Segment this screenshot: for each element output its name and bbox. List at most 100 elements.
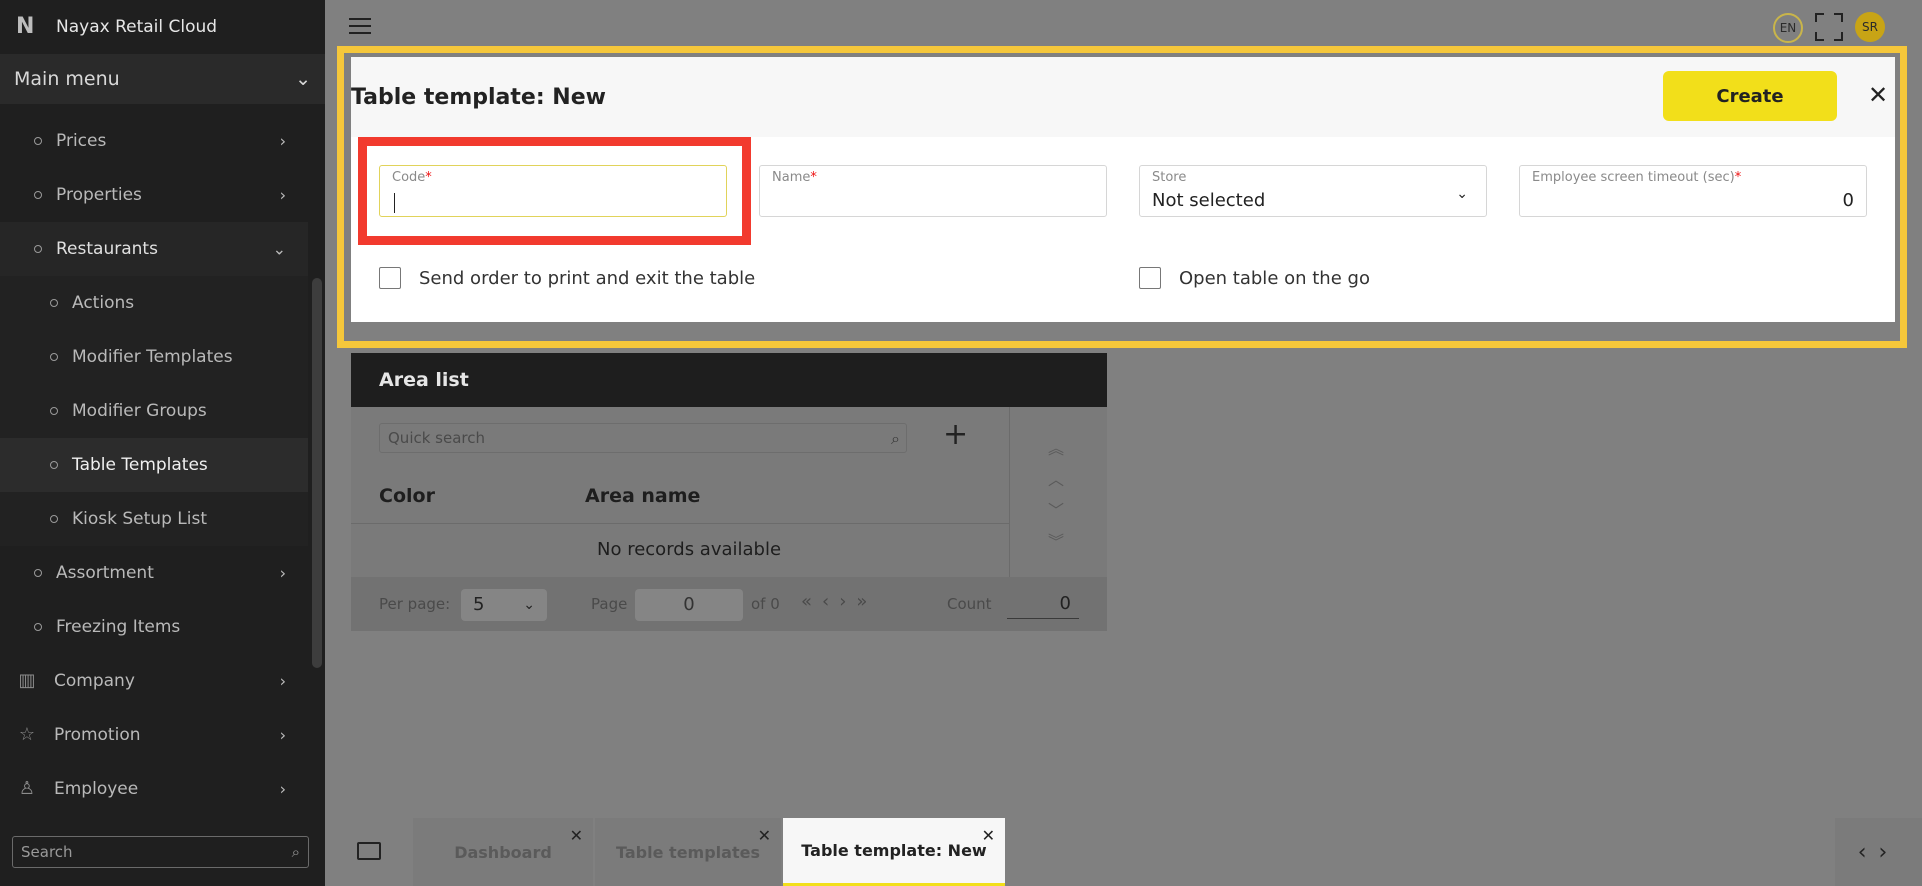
bullet-icon (50, 407, 58, 415)
name-field[interactable]: Name* (759, 165, 1107, 217)
chevron-right-icon: › (279, 725, 286, 745)
send-order-checkbox[interactable] (379, 267, 401, 289)
column-header-color[interactable]: Color (379, 485, 435, 507)
person-icon: ♙ (18, 778, 36, 799)
column-header-area-name[interactable]: Area name (585, 485, 700, 507)
create-button[interactable]: Create (1663, 71, 1837, 121)
hamburger-menu-icon[interactable] (349, 18, 371, 34)
sidebar-item-modifier-templates[interactable]: Modifier Templates (0, 330, 308, 384)
search-icon[interactable]: ⌕ (891, 429, 900, 449)
send-order-checkbox-row[interactable]: Send order to print and exit the table (379, 267, 755, 289)
bullet-icon (50, 299, 58, 307)
open-on-go-label: Open table on the go (1179, 267, 1370, 289)
chevron-right-icon[interactable]: › (1879, 840, 1900, 865)
double-chevron-up-icon[interactable]: ︽ (1041, 433, 1071, 464)
chevron-right-icon: › (279, 131, 286, 151)
quick-search-placeholder: Quick search (388, 429, 486, 447)
tab-table-templates[interactable]: Table templates ✕ (595, 818, 781, 886)
main-menu-label: Main menu (14, 68, 120, 90)
store-select[interactable]: Store Not selected ⌄ (1139, 165, 1487, 217)
sidebar-item-label: Freezing Items (56, 617, 181, 637)
sidebar-item-freezing-items[interactable]: Freezing Items (0, 600, 308, 654)
sidebar-item-label: Modifier Groups (72, 401, 207, 421)
sidebar-item-label: Restaurants (56, 239, 158, 259)
sidebar-item-label: Employee (54, 779, 139, 799)
tab-scroll-arrows: ‹ › (1835, 818, 1922, 886)
sidebar-item-label: Actions (72, 293, 135, 313)
sidebar-scrollbar[interactable] (312, 278, 322, 668)
close-icon[interactable]: ✕ (758, 826, 771, 845)
divider (351, 523, 1009, 524)
required-mark: * (1734, 170, 1742, 185)
sidebar-item-label: Properties (56, 185, 142, 205)
search-icon[interactable]: ⌕ (292, 843, 300, 861)
main-menu-toggle[interactable]: Main menu ⌄ (0, 54, 325, 104)
chevron-down-icon: ⌄ (295, 68, 311, 90)
chevron-right-icon: › (279, 563, 286, 583)
sidebar-item-table-templates[interactable]: Table Templates (0, 438, 308, 492)
page-total: of 0 (751, 595, 780, 613)
chevron-right-icon: › (279, 185, 286, 205)
prev-page-icon[interactable]: ‹ (822, 591, 839, 612)
bullet-icon (34, 569, 42, 577)
sidebar-item-properties[interactable]: Properties › (0, 168, 308, 222)
sidebar: N Nayax Retail Cloud Main menu ⌄ Prices … (0, 0, 325, 886)
required-mark: * (810, 170, 817, 185)
brand: N Nayax Retail Cloud (0, 0, 325, 54)
sidebar-item-restaurants[interactable]: Restaurants ⌄ (0, 222, 308, 276)
close-icon[interactable]: ✕ (1867, 83, 1889, 107)
per-page-value: 5 (473, 594, 485, 615)
sidebar-item-company[interactable]: ▥ Company › (0, 654, 308, 708)
tab-label: Table templates (616, 842, 760, 862)
sidebar-item-assortment[interactable]: Assortment › (0, 546, 308, 600)
bullet-icon (50, 461, 58, 469)
sidebar-search-input[interactable]: Search ⌕ (12, 836, 309, 868)
chevron-down-icon[interactable]: ﹀ (1041, 495, 1071, 526)
open-on-go-checkbox[interactable] (1139, 267, 1161, 289)
page-input[interactable]: 0 (635, 589, 743, 621)
chevron-left-icon[interactable]: ‹ (1858, 840, 1879, 865)
language-selector[interactable]: EN (1773, 13, 1803, 43)
chevron-up-icon[interactable]: ︿ (1041, 464, 1071, 495)
user-avatar[interactable]: SR (1855, 12, 1885, 42)
tab-label: Dashboard (454, 842, 552, 862)
sidebar-item-kiosk-setup-list[interactable]: Kiosk Setup List (0, 492, 308, 546)
quick-search-input[interactable]: Quick search ⌕ (379, 423, 907, 453)
bullet-icon (50, 515, 58, 523)
top-bar: EN SR (325, 0, 1922, 52)
store-select-value: Not selected (1152, 190, 1266, 211)
bullet-icon (34, 245, 42, 253)
sidebar-item-actions[interactable]: Actions (0, 276, 308, 330)
bullet-icon (34, 191, 42, 199)
sidebar-item-modifier-groups[interactable]: Modifier Groups (0, 384, 308, 438)
timeout-field[interactable]: Employee screen timeout (sec)* 0 (1519, 165, 1867, 217)
per-page-select[interactable]: 5 ⌄ (461, 589, 547, 621)
add-area-button[interactable]: + (943, 417, 968, 452)
open-on-go-checkbox-row[interactable]: Open table on the go (1139, 267, 1370, 289)
close-icon[interactable]: ✕ (982, 826, 995, 845)
sidebar-item-employee[interactable]: ♙ Employee › (0, 762, 308, 816)
bullet-icon (34, 623, 42, 631)
sidebar-item-label: Prices (56, 131, 107, 151)
code-field-focus-outline (358, 137, 751, 245)
windows-icon[interactable] (357, 842, 381, 860)
count-value: 0 (1007, 589, 1079, 619)
nayax-logo-icon: N (16, 14, 35, 39)
fullscreen-icon[interactable] (1815, 13, 1843, 41)
page-title: Table template: New (351, 84, 606, 110)
store-select-label: Store (1152, 170, 1187, 185)
double-chevron-down-icon[interactable]: ︾ (1041, 526, 1071, 557)
bullet-icon (50, 353, 58, 361)
sidebar-item-promotion[interactable]: ☆ Promotion › (0, 708, 308, 762)
tab-table-template-new[interactable]: Table template: New ✕ (783, 818, 1005, 886)
chevron-right-icon: › (279, 779, 286, 799)
chevron-down-icon: ⌄ (272, 239, 286, 259)
tab-dashboard[interactable]: Dashboard ✕ (413, 818, 593, 886)
last-page-icon[interactable]: » (856, 591, 877, 612)
sidebar-item-label: Kiosk Setup List (72, 509, 207, 529)
sidebar-item-prices[interactable]: Prices › (0, 114, 308, 168)
close-icon[interactable]: ✕ (570, 826, 583, 845)
first-page-icon[interactable]: « (801, 591, 822, 612)
next-page-icon[interactable]: › (839, 591, 856, 612)
chevron-down-icon: ⌄ (523, 597, 535, 613)
